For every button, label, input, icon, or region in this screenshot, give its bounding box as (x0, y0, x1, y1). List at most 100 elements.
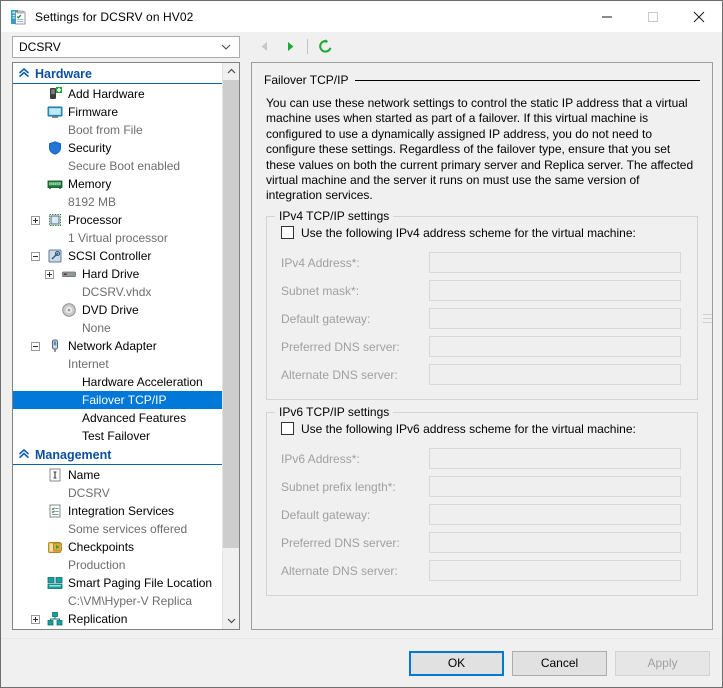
tree-item-processor[interactable]: Processor (13, 211, 222, 229)
back-button (251, 35, 277, 59)
settings-groups: IPv4 TCP/IP settingsUse the following IP… (264, 216, 700, 596)
tree-item-failover-tcp-ip[interactable]: Failover TCP/IP (13, 391, 222, 409)
settings-vm-icon (10, 9, 26, 25)
tree-item-memory[interactable]: Memory (13, 175, 222, 193)
tree-item-add-hardware[interactable]: Add Hardware (13, 85, 222, 103)
checkbox-label: Use the following IPv6 address scheme fo… (301, 422, 636, 436)
checkbox-icon[interactable] (281, 226, 294, 239)
tree-item-label: Network Adapter (68, 339, 157, 353)
tree-item-hardware-acceleration[interactable]: Hardware Acceleration (13, 373, 222, 391)
tree-item-1-virtual-processor: 1 Virtual processor (13, 229, 222, 247)
tree-item-production: Production (13, 556, 222, 574)
add-hardware-icon (47, 86, 63, 102)
memory-icon (47, 176, 63, 192)
input-default-gateway (429, 504, 681, 525)
scroll-up-icon[interactable] (223, 63, 239, 80)
tree-item-test-failover[interactable]: Test Failover (13, 427, 222, 445)
field-row-preferred-dns-server: Preferred DNS server: (277, 529, 687, 557)
field-label: Preferred DNS server: (277, 536, 429, 550)
scrollbar-track[interactable] (223, 80, 239, 612)
pane-scroll-grip[interactable] (703, 311, 712, 347)
minimize-button[interactable] (584, 1, 630, 32)
chevron-up-double-icon (18, 448, 30, 463)
checkpoints-icon (47, 539, 63, 555)
field-row-alternate-dns-server: Alternate DNS server: (277, 361, 687, 389)
title-bar: Settings for DCSRV on HV02 (1, 1, 722, 32)
expand-icon[interactable] (31, 615, 40, 624)
refresh-button[interactable] (312, 35, 338, 59)
checkbox-icon[interactable] (281, 422, 294, 435)
input-alternate-dns-server (429, 560, 681, 581)
hard-drive-icon (61, 266, 77, 282)
tree-item-network-adapter[interactable]: Network Adapter (13, 337, 222, 355)
tree-item-checkpoints[interactable]: Checkpoints (13, 538, 222, 556)
tree-item-label: Advanced Features (82, 411, 186, 425)
tree-item-hard-drive[interactable]: Hard Drive (13, 265, 222, 283)
input-alternate-dns-server (429, 364, 681, 385)
window-controls (584, 1, 722, 32)
collapse-icon[interactable] (31, 342, 40, 351)
tree-item-some-services-offered: Some services offered (13, 520, 222, 538)
tree-item-label: Some services offered (68, 522, 187, 536)
expand-icon[interactable] (45, 270, 54, 279)
tree-item-replication[interactable]: Replication (13, 610, 222, 628)
tree-item-label: Smart Paging File Location (68, 576, 212, 590)
tree-item-firmware[interactable]: Firmware (13, 103, 222, 121)
apply-button: Apply (615, 651, 710, 676)
tree-section-hardware[interactable]: Hardware (13, 64, 222, 84)
toolbar: DCSRV (1, 32, 722, 61)
tree-item-8192-mb: 8192 MB (13, 193, 222, 211)
expand-icon[interactable] (31, 216, 40, 225)
field-label: Alternate DNS server: (277, 564, 429, 578)
settings-dialog: Settings for DCSRV on HV02 DCSRV (0, 0, 723, 688)
settings-tree: Hardware Add Hardware Firmware Boot from Fi… (12, 62, 240, 630)
use-address-scheme-checkbox-row[interactable]: Use the following IPv4 address scheme fo… (281, 226, 687, 240)
tree-item-label: Secure Boot enabled (68, 159, 180, 173)
scrollbar-thumb[interactable] (223, 80, 239, 548)
tree-section-management[interactable]: Management (13, 445, 222, 465)
tree-item-integration-services[interactable]: Integration Services (13, 502, 222, 520)
tree-item-smart-paging-file-location[interactable]: Smart Paging File Location (13, 574, 222, 592)
tree-item-boot-from-file: Boot from File (13, 121, 222, 139)
checkbox-label: Use the following IPv4 address scheme fo… (301, 226, 636, 240)
field-row-subnet-mask: Subnet mask*: (277, 277, 687, 305)
tree-item-label: Replication (68, 612, 127, 626)
tree-item-label: Boot from File (68, 123, 143, 137)
field-label: IPv4 Address*: (277, 256, 429, 270)
tree-item-dvd-drive[interactable]: DVD Drive (13, 301, 222, 319)
tree-scrollbar[interactable] (222, 63, 239, 629)
field-label: IPv6 Address*: (277, 452, 429, 466)
ok-button[interactable]: OK (409, 651, 504, 676)
group-ipv6-tcp-ip-settings: IPv6 TCP/IP settingsUse the following IP… (266, 412, 698, 596)
tree-item-name[interactable]: Name (13, 466, 222, 484)
tree-item-label: Add Hardware (68, 87, 145, 101)
vm-selector-dropdown[interactable]: DCSRV (12, 36, 240, 58)
maximize-button (630, 1, 676, 32)
tree-item-security[interactable]: Security (13, 139, 222, 157)
scroll-down-icon[interactable] (223, 612, 239, 629)
tree-item-none: None (13, 319, 222, 337)
tree-item-label: SCSI Controller (68, 249, 151, 263)
field-label: Subnet prefix length*: (277, 480, 429, 494)
tree-item-label: Hardware Acceleration (82, 375, 203, 389)
tree-item-label: DCSRV.vhdx (82, 285, 151, 299)
collapse-icon[interactable] (31, 252, 40, 261)
field-label: Alternate DNS server: (277, 368, 429, 382)
input-ipv4-address (429, 252, 681, 273)
settings-pane: Failover TCP/IP You can use these networ… (251, 62, 713, 630)
tree-item-scsi-controller[interactable]: SCSI Controller (13, 247, 222, 265)
dvd-drive-icon (61, 302, 77, 318)
heading-rule (355, 80, 700, 81)
close-button[interactable] (676, 1, 722, 32)
window-title: Settings for DCSRV on HV02 (35, 10, 193, 24)
use-address-scheme-checkbox-row[interactable]: Use the following IPv6 address scheme fo… (281, 422, 687, 436)
input-subnet-prefix-length (429, 476, 681, 497)
network-adapter-icon (47, 338, 63, 354)
field-label: Default gateway: (277, 508, 429, 522)
forward-button[interactable] (277, 35, 303, 59)
tree-item-label: Failover TCP/IP (82, 393, 166, 407)
cancel-button[interactable]: Cancel (512, 651, 607, 676)
tree-item-advanced-features[interactable]: Advanced Features (13, 409, 222, 427)
replication-icon (47, 611, 63, 627)
tree-item-label: Hardware (35, 67, 92, 81)
